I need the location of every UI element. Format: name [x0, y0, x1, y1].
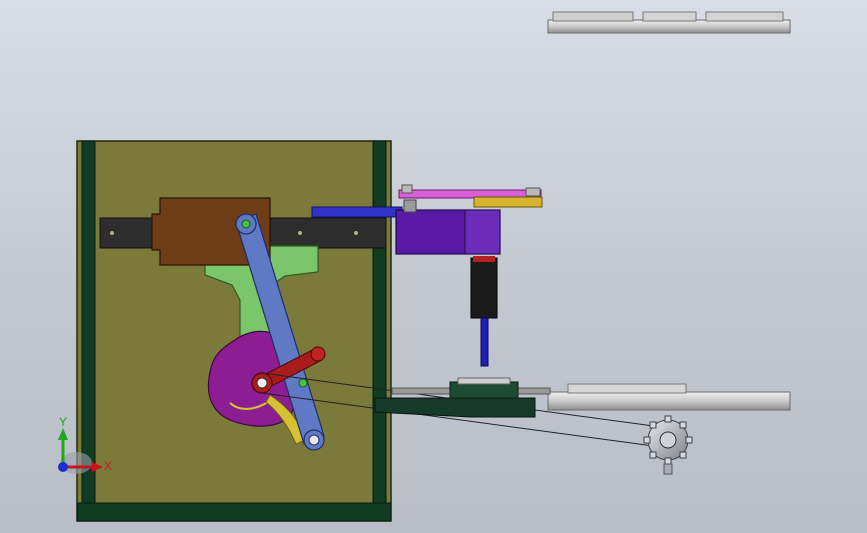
link-pin-middle[interactable]: [298, 378, 308, 388]
actuator-pin[interactable]: [480, 317, 489, 367]
frame-post-right[interactable]: [372, 140, 387, 504]
pinion-gear[interactable]: [643, 415, 693, 475]
frame-post-left[interactable]: [81, 140, 96, 504]
actuator-cylinder[interactable]: [470, 257, 498, 319]
yellow-bracket[interactable]: [473, 196, 543, 208]
actuator-assembly[interactable]: [395, 184, 543, 367]
link-pin-bottom[interactable]: [308, 434, 320, 446]
cad-3d-viewport[interactable]: Y X: [0, 0, 867, 533]
lower-bracket[interactable]: [374, 377, 551, 418]
y-axis-arrow-icon: [58, 428, 68, 440]
link-pin-top[interactable]: [241, 219, 251, 229]
push-rod[interactable]: [311, 206, 403, 218]
top-pulley-disk[interactable]: [547, 11, 791, 34]
frame-base[interactable]: [76, 502, 392, 522]
y-axis-label: Y: [59, 415, 67, 429]
z-axis-dot-icon: [58, 462, 68, 472]
x-axis-label: X: [104, 459, 112, 473]
main-disk[interactable]: [547, 383, 791, 411]
